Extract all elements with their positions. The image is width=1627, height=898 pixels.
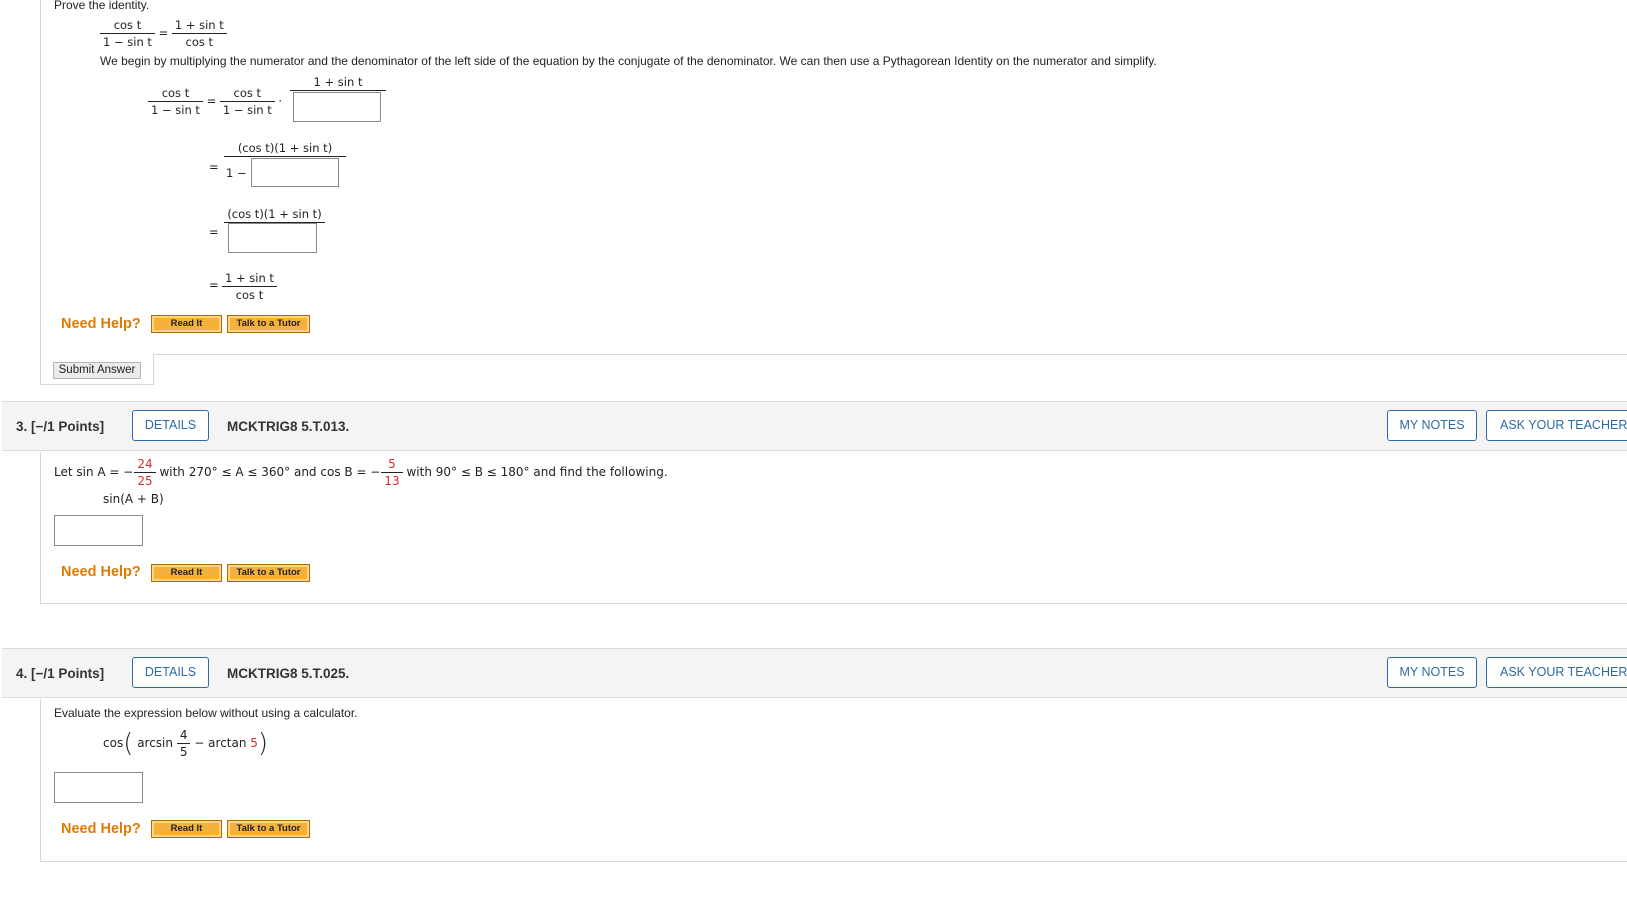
q4-arctan-value: 5 (250, 736, 258, 750)
q3-my-notes-button[interactable]: MY NOTES (1387, 410, 1477, 441)
step1-lhs-num: cos t (161, 86, 190, 100)
step1-mult-num: 1 + sin t (290, 75, 386, 91)
q4-number-points: 4. [−/1 Points] (16, 666, 104, 681)
q4-minus-arctan: − arctan (194, 736, 247, 750)
step2-equals: = (209, 160, 219, 174)
q4-talk-to-tutor-button[interactable]: Talk to a Tutor (227, 820, 310, 838)
step4-frac: 1 + sin t cos t (222, 271, 277, 302)
q4-my-notes-button[interactable]: MY NOTES (1387, 657, 1477, 688)
identity-equals: = (158, 26, 169, 40)
q3-ask-teacher-button[interactable]: ASK YOUR TEACHER (1486, 410, 1627, 441)
q2-read-it-button[interactable]: Read It (151, 315, 222, 333)
q3-talk-to-tutor-button[interactable]: Talk to a Tutor (227, 564, 310, 582)
step4-den: cos t (235, 288, 264, 302)
q3-rangeB: 90° ≤ B ≤ 180° (435, 465, 530, 479)
step3-equals: = (209, 225, 219, 239)
identity-lhs-fraction: cos t 1 − sin t (100, 18, 155, 49)
q3-sinA-den: 25 (137, 474, 153, 488)
q4-ask-teacher-button[interactable]: ASK YOUR TEACHER (1486, 657, 1627, 688)
step1-mid-num: cos t (233, 86, 262, 100)
q3-cosB-num: 5 (388, 457, 396, 471)
q2-submit-left-border (40, 355, 41, 384)
q2-need-help: Need Help? (61, 316, 141, 332)
identity-lhs-den: 1 − sin t (103, 35, 152, 49)
q2-explanation: We begin by multiplying the numerator an… (100, 54, 1157, 68)
q4-cos: cos (103, 736, 124, 750)
q3-details-button[interactable]: DETAILS (132, 410, 209, 441)
step1-lhs-fraction: cos t 1 − sin t (148, 86, 203, 117)
q3-sinA-num: 24 (137, 457, 153, 471)
q3-need-help: Need Help? (61, 564, 141, 580)
identity-rhs-fraction: 1 + sin t cos t (171, 18, 227, 49)
q2-left-border (40, 0, 41, 355)
q3-cosB: cos B = − (320, 465, 381, 479)
identity-rhs-den: cos t (185, 35, 214, 49)
identity-rhs-num: 1 + sin t (174, 18, 224, 32)
q2-submit-bottom-border (40, 384, 154, 385)
step2-num: (cos t)(1 + sin t) (224, 141, 346, 157)
step1-mid-fraction: cos t 1 − sin t (219, 86, 275, 117)
q4-fraction: 4 5 (176, 728, 191, 759)
q4-number: 4. (16, 666, 28, 681)
q4-answer-input[interactable] (54, 772, 143, 803)
step4-num: 1 + sin t (225, 271, 274, 285)
step1-lhs-den: 1 − sin t (151, 103, 200, 117)
q4-code: MCKTRIG8 5.T.025. (227, 666, 350, 681)
q3-points: [−/1 Points] (31, 419, 105, 434)
q4-header: 4. [−/1 Points] DETAILS MCKTRIG8 5.T.025… (2, 648, 1627, 698)
q3-rangeA: 270° ≤ A ≤ 360° (188, 465, 291, 479)
q3-answer-input[interactable] (54, 515, 143, 546)
step2-denominator-answer-input[interactable] (251, 158, 339, 187)
q4-expression: cos( arcsin 4 5 − arctan 5) (103, 728, 268, 759)
step1-equals: = (206, 94, 217, 108)
q3-and: and (293, 465, 317, 479)
q3-tail: and find the following. (533, 465, 668, 479)
q4-open-paren: ( (123, 728, 134, 759)
q3-read-it-button[interactable]: Read It (151, 564, 222, 582)
step3-num: (cos t)(1 + sin t) (224, 207, 325, 223)
q3-sinA-fraction: 24 25 (134, 457, 156, 488)
step1-lhs: cos t 1 − sin t = cos t 1 − sin t · (148, 86, 282, 117)
q3-with1: with (159, 465, 185, 479)
q3-let: Let (54, 465, 73, 479)
q3-number: 3. (16, 419, 28, 434)
q4-instruction: Evaluate the expression below without us… (54, 706, 358, 720)
step1-dot: · (278, 94, 283, 108)
q4-left-border (40, 699, 41, 862)
submit-answer-button[interactable]: Submit Answer (53, 362, 141, 379)
step1-mid-den: 1 − sin t (222, 103, 272, 117)
q2-submit-divider (153, 354, 1627, 355)
q4-read-it-button[interactable]: Read It (151, 820, 222, 838)
q3-statement: Let sin A = − 24 25 with 270° ≤ A ≤ 360°… (54, 457, 668, 488)
q3-target: sin(A + B) (103, 492, 164, 506)
step1-denominator-answer-input[interactable] (293, 92, 381, 122)
q4-arcsin: arcsin (137, 736, 173, 750)
step2-den-prefix: 1 − (226, 166, 247, 180)
q2-talk-to-tutor-button[interactable]: Talk to a Tutor (227, 315, 310, 333)
q3-left-border (40, 452, 41, 604)
q3-with2: with (406, 465, 432, 479)
q3-number-points: 3. [−/1 Points] (16, 419, 104, 434)
step3-denominator-answer-input[interactable] (228, 223, 317, 253)
q2-submit-right-border (153, 355, 154, 384)
q4-frac-den: 5 (179, 745, 188, 759)
step4-equals: = (209, 278, 219, 292)
step4-fraction: 1 + sin t cos t (222, 271, 277, 302)
q2-identity: cos t 1 − sin t = 1 + sin t cos t (100, 18, 227, 49)
q4-points: [−/1 Points] (31, 666, 105, 681)
q3-header: 3. [−/1 Points] DETAILS MCKTRIG8 5.T.013… (2, 401, 1627, 451)
q4-bottom-border (40, 861, 1627, 862)
identity-lhs-num: cos t (113, 18, 142, 32)
q3-cosB-den: 13 (384, 474, 400, 488)
q3-sinA: sin A = − (76, 465, 134, 479)
q4-frac-num: 4 (179, 728, 188, 742)
q4-close-paren: ) (257, 728, 269, 759)
q4-need-help: Need Help? (61, 821, 141, 837)
q4-details-button[interactable]: DETAILS (132, 657, 209, 688)
q3-cosB-fraction: 5 13 (381, 457, 403, 488)
q3-bottom-border (40, 603, 1627, 604)
q2-instruction: Prove the identity. (54, 0, 150, 12)
q3-code: MCKTRIG8 5.T.013. (227, 419, 350, 434)
